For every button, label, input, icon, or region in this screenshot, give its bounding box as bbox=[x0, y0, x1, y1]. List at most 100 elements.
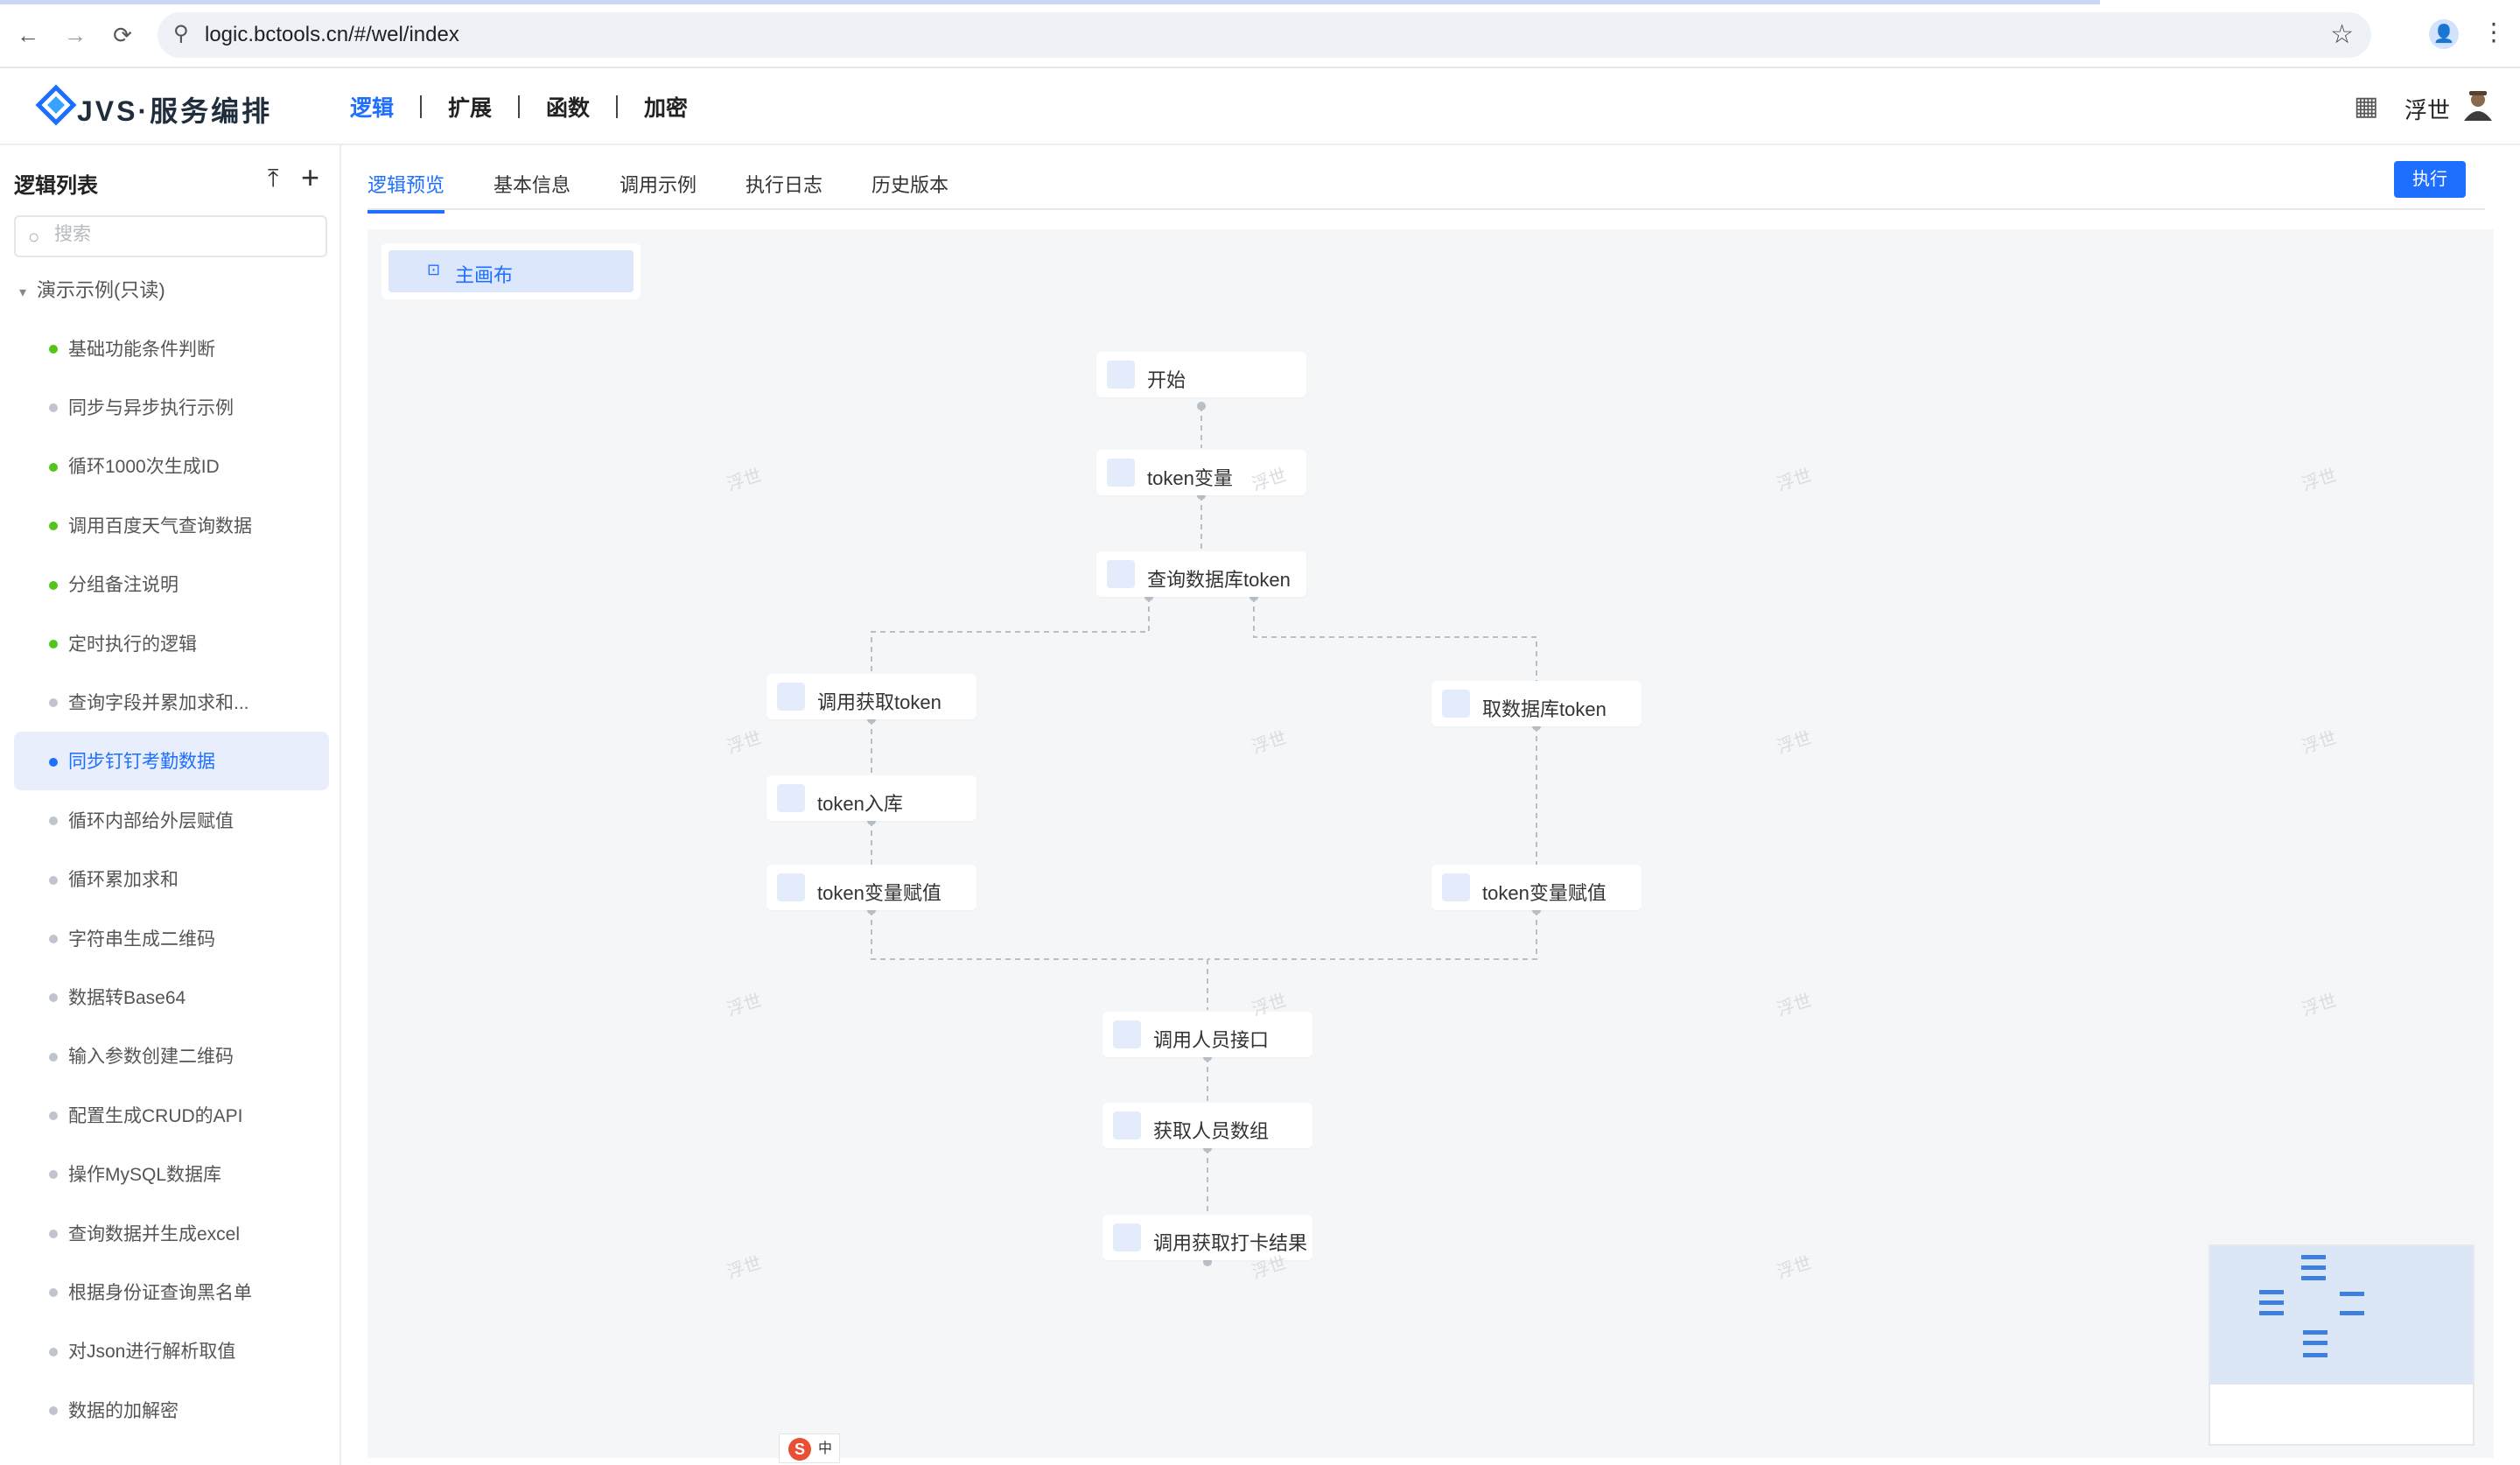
status-dot-icon bbox=[49, 462, 58, 472]
list-item[interactable]: 数据转Base64 bbox=[14, 967, 329, 1026]
run-button[interactable]: 执行 bbox=[2394, 161, 2466, 198]
search-input[interactable] bbox=[54, 224, 317, 245]
status-dot-icon bbox=[49, 1111, 58, 1121]
list-item-label: 操作MySQL数据库 bbox=[68, 1165, 222, 1186]
reload-icon[interactable]: ⟳ bbox=[107, 19, 138, 51]
nav-encrypt[interactable]: 加密 bbox=[618, 91, 714, 123]
tab-call-example[interactable]: 调用示例 bbox=[620, 170, 696, 210]
user-avatar[interactable] bbox=[2460, 88, 2496, 123]
node-icon bbox=[1442, 690, 1470, 718]
upload-icon[interactable]: ⤒ bbox=[268, 165, 278, 193]
canvas-minimap[interactable] bbox=[2208, 1244, 2474, 1446]
nav-extension[interactable]: 扩展 bbox=[422, 91, 518, 123]
group-label: 演示示例(只读) bbox=[37, 279, 165, 301]
nav-function[interactable]: 函数 bbox=[520, 91, 616, 123]
browser-menu-icon[interactable]: ⋮ bbox=[2482, 18, 2506, 46]
status-dot-icon bbox=[49, 875, 58, 885]
list-item[interactable]: 同步与异步执行示例 bbox=[14, 377, 329, 436]
flow-canvas[interactable]: ⊡ 主画布 开始 token变量 查询数据库token 调用获取token to… bbox=[368, 229, 2494, 1458]
list-item[interactable]: 同步钉钉考勤数据 bbox=[14, 731, 329, 791]
status-dot-icon bbox=[49, 1347, 58, 1356]
list-item-label: 根据身份证查询黑名单 bbox=[68, 1282, 252, 1303]
list-item[interactable]: 根据身份证查询黑名单 bbox=[14, 1262, 329, 1321]
app-header: JVS·服务编排 逻辑 扩展 函数 加密 ▦ 浮世 bbox=[0, 68, 2520, 145]
list-item[interactable]: 字符串生成二维码 bbox=[14, 908, 329, 967]
nav-logic[interactable]: 逻辑 bbox=[350, 91, 420, 123]
address-bar[interactable]: ⚲ logic.bctools.cn/#/wel/index ☆ bbox=[158, 12, 2371, 58]
back-icon[interactable]: ← bbox=[12, 19, 44, 51]
flow-edges bbox=[867, 402, 1541, 1266]
list-item[interactable]: 循环累加求和 bbox=[14, 850, 329, 908]
status-dot-icon bbox=[49, 1229, 58, 1238]
jvs-logo-icon bbox=[35, 84, 77, 126]
node-call-get-token[interactable]: 调用获取token bbox=[766, 674, 976, 719]
profile-icon[interactable]: 👤 bbox=[2429, 19, 2459, 49]
add-icon[interactable]: + bbox=[301, 159, 319, 196]
status-dot-icon bbox=[49, 934, 58, 943]
url-text[interactable]: logic.bctools.cn/#/wel/index bbox=[205, 23, 459, 47]
list-item[interactable]: 查询字段并累加求和... bbox=[14, 672, 329, 731]
node-token-store[interactable]: token入库 bbox=[766, 775, 976, 821]
bookmark-star-icon[interactable]: ☆ bbox=[2330, 19, 2354, 50]
node-token-assign-left[interactable]: token变量赋值 bbox=[766, 865, 976, 910]
list-item[interactable]: 循环1000次生成ID bbox=[14, 437, 329, 495]
list-item[interactable]: 配置生成CRUD的API bbox=[14, 1085, 329, 1144]
logic-sidebar: 逻辑列表 ⤒ + ○ ▾ 演示示例(只读) 基础功能条件判断同步与异步执行示例循环… bbox=[0, 145, 341, 1465]
site-info-icon[interactable]: ⚲ bbox=[173, 21, 189, 46]
ime-toolbar[interactable]: S 中 bbox=[779, 1433, 840, 1463]
tab-execution-log[interactable]: 执行日志 bbox=[746, 170, 822, 210]
list-item[interactable]: 输入参数创建二维码 bbox=[14, 1027, 329, 1085]
node-icon bbox=[1113, 1111, 1141, 1139]
list-item-label: 配置生成CRUD的API bbox=[68, 1105, 243, 1126]
node-query-db-token[interactable]: 查询数据库token bbox=[1096, 551, 1306, 597]
browser-toolbar: ← → ⟳ ⚲ logic.bctools.cn/#/wel/index ☆ 👤… bbox=[0, 0, 2520, 68]
list-item[interactable]: 查询数据并生成excel bbox=[14, 1203, 329, 1262]
caret-down-icon: ▾ bbox=[19, 285, 27, 300]
sogou-ime-icon[interactable]: S bbox=[788, 1438, 811, 1461]
list-item-label: 输入参数创建二维码 bbox=[68, 1047, 234, 1068]
content-tabs: 逻辑预览 基本信息 调用示例 执行日志 历史版本 bbox=[368, 145, 2485, 214]
list-item[interactable]: 基础功能条件判断 bbox=[14, 319, 329, 377]
status-dot-icon bbox=[49, 817, 58, 826]
search-icon: ○ bbox=[28, 226, 40, 248]
node-label: 调用人员接口 bbox=[1153, 1029, 1270, 1051]
list-item-label: 查询数据并生成excel bbox=[68, 1223, 241, 1244]
edge-query-right bbox=[1253, 597, 1537, 681]
list-item[interactable]: 循环内部给外层赋值 bbox=[14, 790, 329, 849]
loading-progress bbox=[0, 0, 2100, 4]
top-nav: 逻辑 扩展 函数 加密 bbox=[350, 91, 714, 123]
node-icon bbox=[1113, 1020, 1141, 1048]
list-item[interactable]: 调用百度天气查询数据 bbox=[14, 495, 329, 554]
status-dot-icon bbox=[49, 1288, 58, 1298]
group-demo[interactable]: ▾ 演示示例(只读) bbox=[19, 275, 165, 303]
node-label: token变量赋值 bbox=[817, 882, 942, 904]
list-item[interactable]: 操作MySQL数据库 bbox=[14, 1144, 329, 1202]
node-call-user-api[interactable]: 调用人员接口 bbox=[1102, 1012, 1312, 1057]
status-dot-icon bbox=[49, 1170, 58, 1180]
tab-history-version[interactable]: 历史版本 bbox=[872, 170, 948, 210]
list-item[interactable]: 定时执行的逻辑 bbox=[14, 613, 329, 672]
node-get-user-array[interactable]: 获取人员数组 bbox=[1102, 1103, 1312, 1148]
user-name[interactable]: 浮世 bbox=[2404, 93, 2450, 125]
tab-logic-preview[interactable]: 逻辑预览 bbox=[368, 170, 445, 214]
edge-query-left bbox=[871, 597, 1150, 674]
tab-basic-info[interactable]: 基本信息 bbox=[494, 170, 570, 210]
minimap-nodes bbox=[2259, 1255, 2364, 1357]
node-start[interactable]: 开始 bbox=[1096, 352, 1306, 397]
status-dot-icon bbox=[49, 1406, 58, 1416]
list-item-label: 数据的加解密 bbox=[68, 1400, 178, 1421]
list-item[interactable]: 对Json进行解析取值 bbox=[14, 1321, 329, 1380]
ime-mode-label[interactable]: 中 bbox=[818, 1436, 832, 1457]
search-box[interactable]: ○ bbox=[14, 215, 327, 257]
apps-grid-icon[interactable]: ▦ bbox=[2354, 91, 2378, 122]
list-item-label: 基础功能条件判断 bbox=[68, 339, 215, 360]
node-icon bbox=[1107, 459, 1135, 487]
list-item-label: 字符串生成二维码 bbox=[68, 929, 215, 950]
forward-icon[interactable]: → bbox=[60, 19, 91, 51]
node-icon bbox=[1107, 361, 1135, 389]
node-token-assign-right[interactable]: token变量赋值 bbox=[1432, 865, 1642, 910]
node-get-db-token[interactable]: 取数据库token bbox=[1432, 681, 1642, 726]
node-icon bbox=[1107, 560, 1135, 588]
list-item[interactable]: 数据的加解密 bbox=[14, 1380, 329, 1439]
list-item[interactable]: 分组备注说明 bbox=[14, 555, 329, 613]
